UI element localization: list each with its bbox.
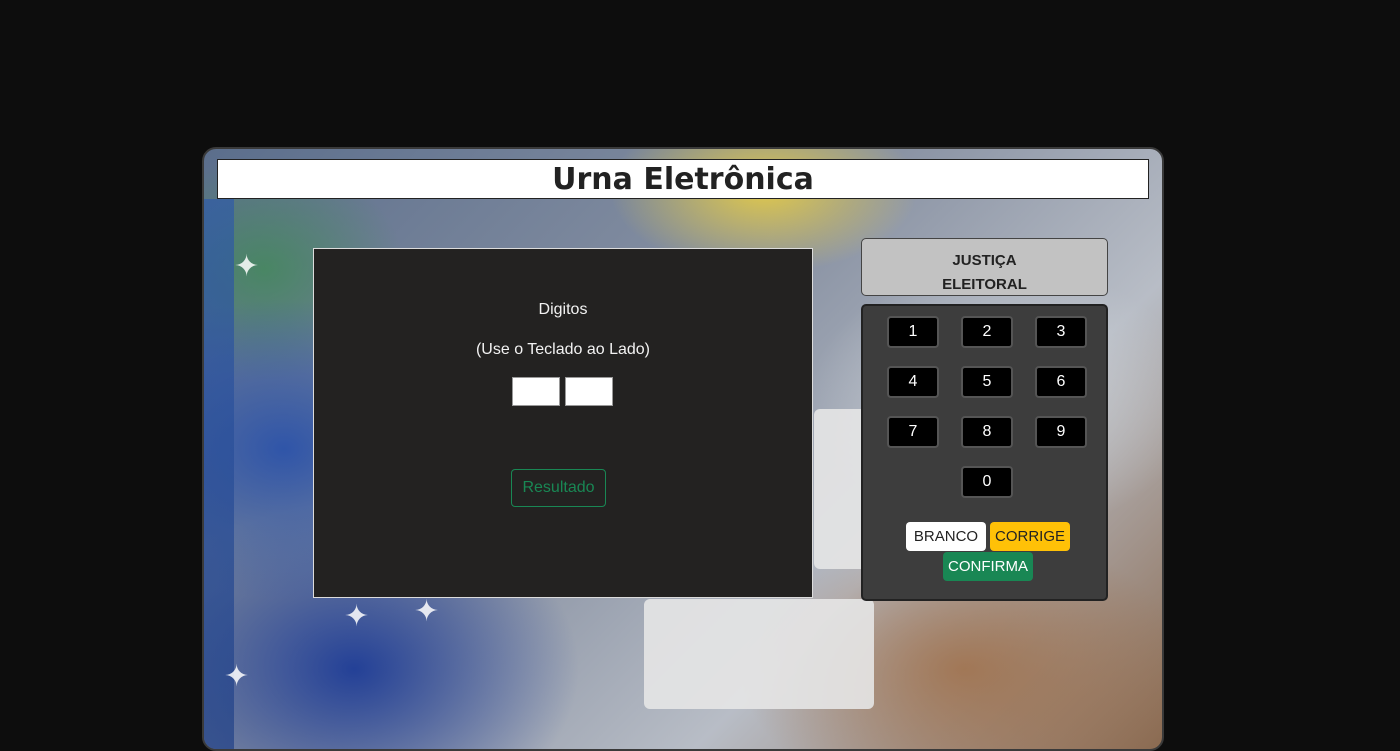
key-0[interactable]: 0 <box>961 466 1013 498</box>
result-button[interactable]: Resultado <box>511 469 606 507</box>
key-4[interactable]: 4 <box>887 366 939 398</box>
star-decoration-icon: ✦ <box>234 249 260 284</box>
confirma-button[interactable]: CONFIRMA <box>943 552 1033 581</box>
justice-header-line1: JUSTIÇA <box>952 252 1017 269</box>
star-decoration-icon: ✦ <box>224 659 250 694</box>
voting-screen: Digitos (Use o Teclado ao Lado) Resultad… <box>313 248 813 598</box>
key-7[interactable]: 7 <box>887 416 939 448</box>
digit-box-1[interactable] <box>512 377 560 406</box>
page-title: Urna Eletrônica <box>217 159 1149 199</box>
key-3[interactable]: 3 <box>1035 316 1087 348</box>
star-decoration-icon: ✦ <box>344 599 370 634</box>
branco-button[interactable]: BRANCO <box>906 522 986 551</box>
digit-box-2[interactable] <box>565 377 613 406</box>
background-machine <box>644 599 874 709</box>
key-5[interactable]: 5 <box>961 366 1013 398</box>
key-9[interactable]: 9 <box>1035 416 1087 448</box>
digits-label: Digitos <box>538 301 588 318</box>
justice-header: JUSTIÇA ELEITORAL <box>861 238 1108 296</box>
instruction-label: (Use o Teclado ao Lado) <box>475 341 651 358</box>
key-2[interactable]: 2 <box>961 316 1013 348</box>
keypad: 1 2 3 4 5 6 7 8 9 0 BRANCO CORRIGE CONFI… <box>861 304 1108 601</box>
star-decoration-icon: ✦ <box>414 594 440 629</box>
justice-header-line2: ELEITORAL <box>942 276 1027 293</box>
key-6[interactable]: 6 <box>1035 366 1087 398</box>
corrige-button[interactable]: CORRIGE <box>990 522 1070 551</box>
key-1[interactable]: 1 <box>887 316 939 348</box>
key-8[interactable]: 8 <box>961 416 1013 448</box>
voting-machine-frame: ✦ ✦ ✦ ✦ Urna Eletrônica Digitos (Use o T… <box>202 147 1164 751</box>
